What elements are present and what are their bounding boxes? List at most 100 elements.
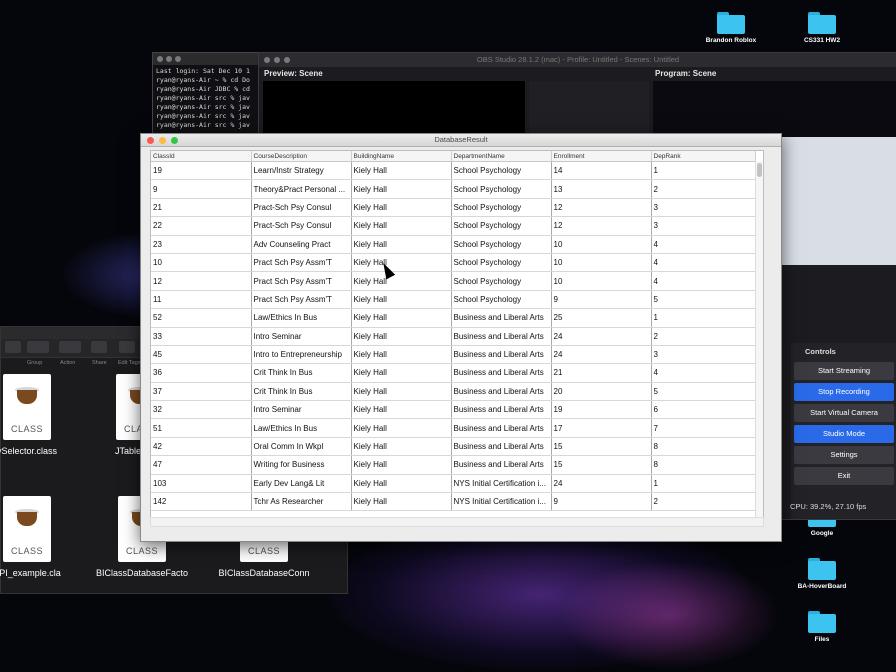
table-cell[interactable]: Business and Liberal Arts [451,345,552,365]
table-cell[interactable]: 12 [551,198,652,218]
table-cell[interactable]: Law/Ethics In Bus [251,418,352,438]
table-cell[interactable]: Pract Sch Psy Assm'T [251,253,352,273]
table-cell[interactable]: 14 [551,161,652,181]
terminal-output[interactable]: Last login: Sat Dec 10 1 ryan@ryans-Air ~… [153,65,263,132]
table-cell[interactable]: 142 [151,492,252,512]
table-cell[interactable]: Kiely Hall [351,290,452,310]
column-header[interactable]: DepartmentName [451,151,552,162]
table-cell[interactable]: Kiely Hall [351,308,452,328]
table-cell[interactable]: Oral Comm In Wkpl [251,437,352,457]
table-row[interactable]: 42 Oral Comm In Wkpl Kiely Hall Business an… [151,437,756,457]
table-row[interactable]: 22 Pract-Sch Psy Consul Kiely Hall School P… [151,216,756,236]
table-cell[interactable]: Kiely Hall [351,437,452,457]
table-cell[interactable]: Kiely Hall [351,345,452,365]
table-cell[interactable]: 24 [551,474,652,494]
table-cell[interactable]: School Psychology [451,161,552,181]
table-cell[interactable]: Kiely Hall [351,198,452,218]
table-cell[interactable]: 12 [151,271,252,291]
table-cell[interactable]: School Psychology [451,179,552,199]
table-cell[interactable]: Kiely Hall [351,161,452,181]
column-header[interactable]: Enrollment [551,151,652,162]
table-cell[interactable]: 3 [651,345,756,365]
table-cell[interactable]: 6 [651,400,756,420]
table-cell[interactable]: 4 [651,271,756,291]
table-row[interactable]: 33 Intro Seminar Kiely Hall Business and Li… [151,327,756,346]
table-cell[interactable]: Kiely Hall [351,492,452,512]
tag-icon[interactable] [119,341,135,353]
table-cell[interactable]: 36 [151,363,252,383]
table-row[interactable]: 21 Pract-Sch Psy Consul Kiely Hall School P… [151,198,756,218]
file-item[interactable]: CLASS API_example.cla [0,496,82,578]
table-cell[interactable]: 11 [151,290,252,310]
table-cell[interactable]: Business and Liberal Arts [451,437,552,457]
table-cell[interactable]: NYS Initial Certification i... [451,492,552,512]
table-cell[interactable]: 45 [151,345,252,365]
table-cell[interactable]: Writing for Business [251,455,352,475]
table-cell[interactable]: Business and Liberal Arts [451,455,552,475]
table-row[interactable]: 37 Crit Think In Bus Kiely Hall Business an… [151,382,756,402]
table-cell[interactable]: 2 [651,327,756,346]
table-cell[interactable]: Learn/Instr Strategy [251,161,352,181]
table-cell[interactable]: 1 [651,161,756,181]
table-cell[interactable]: 33 [151,327,252,346]
table-cell[interactable]: Tchr As Researcher [251,492,352,512]
table-cell[interactable]: 19 [551,400,652,420]
table-cell[interactable]: NYS Initial Certification i... [451,474,552,494]
table-cell[interactable]: 4 [651,235,756,254]
minimize-icon[interactable] [166,56,172,62]
table-cell[interactable]: Pract Sch Psy Assm'T [251,290,352,310]
table-cell[interactable]: Intro to Entrepreneurship [251,345,352,365]
obs-titlebar[interactable]: OBS Studio 28.1.2 (mac) - Profile: Untit… [259,53,896,67]
table-cell[interactable]: 9 [151,179,252,199]
table-row[interactable]: 9 Theory&Pract Personal ... Kiely Hall Scho… [151,179,756,199]
vertical-scrollbar[interactable] [755,161,763,517]
table-cell[interactable]: Kiely Hall [351,327,452,346]
zoom-icon[interactable] [171,137,178,144]
table-cell[interactable]: School Psychology [451,290,552,310]
table-row[interactable]: 45 Intro to Entrepreneurship Kiely Hall Bus… [151,345,756,365]
column-header[interactable]: DepRank [651,151,756,162]
table-cell[interactable]: Business and Liberal Arts [451,382,552,402]
result-table[interactable]: ClassId CourseDescription BuildingName D… [151,151,756,512]
table-cell[interactable]: Business and Liberal Arts [451,308,552,328]
share-icon[interactable] [91,341,107,353]
column-header[interactable]: BuildingName [351,151,452,162]
table-row[interactable]: 19 Learn/Instr Strategy Kiely Hall School P… [151,161,756,181]
desktop-folder[interactable]: CS331 HW2 [777,12,867,44]
table-row[interactable]: 52 Law/Ethics In Bus Kiely Hall Business an… [151,308,756,328]
table-cell[interactable]: Kiely Hall [351,455,452,475]
table-cell[interactable]: 10 [551,235,652,254]
table-cell[interactable]: 51 [151,418,252,438]
preview-canvas[interactable] [263,81,525,137]
studio-mode-button[interactable]: Studio Mode [794,425,894,443]
table-cell[interactable]: School Psychology [451,235,552,254]
table-cell[interactable]: 21 [151,198,252,218]
table-cell[interactable]: 7 [651,418,756,438]
sidebar-toggle-icon[interactable] [5,341,21,353]
file-item[interactable]: CLASS ySelector.class [0,374,82,456]
minimize-icon[interactable] [159,137,166,144]
table-cell[interactable]: 21 [551,363,652,383]
table-cell[interactable]: Pract Sch Psy Assm'T [251,271,352,291]
terminal-titlebar[interactable] [153,53,263,65]
result-table-container[interactable]: ClassId CourseDescription BuildingName D… [150,150,764,518]
program-canvas[interactable] [653,81,896,137]
table-cell[interactable]: 5 [651,382,756,402]
stop-recording-button[interactable]: Stop Recording [794,383,894,401]
table-cell[interactable]: School Psychology [451,253,552,273]
minimize-icon[interactable] [274,57,280,63]
start-streaming-button[interactable]: Start Streaming [794,362,894,380]
table-cell[interactable]: Kiely Hall [351,363,452,383]
horizontal-scrollbar[interactable] [150,517,764,527]
table-cell[interactable]: 10 [551,253,652,273]
table-cell[interactable]: 9 [551,290,652,310]
table-row[interactable]: 12 Pract Sch Psy Assm'T Kiely Hall School P… [151,271,756,291]
table-cell[interactable]: Business and Liberal Arts [451,400,552,420]
table-cell[interactable]: Kiely Hall [351,474,452,494]
table-cell[interactable]: 37 [151,382,252,402]
table-cell[interactable]: Business and Liberal Arts [451,363,552,383]
table-cell[interactable]: 2 [651,179,756,199]
table-cell[interactable]: School Psychology [451,198,552,218]
table-row[interactable]: 10 Pract Sch Psy Assm'T Kiely Hall School P… [151,253,756,273]
table-cell[interactable]: Business and Liberal Arts [451,418,552,438]
